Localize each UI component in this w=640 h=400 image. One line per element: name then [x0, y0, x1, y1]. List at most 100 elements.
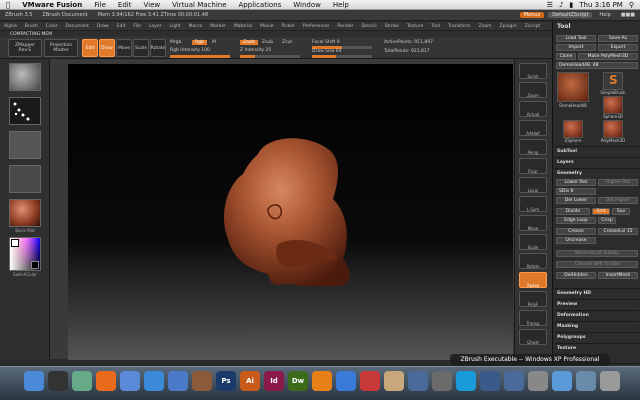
dock-trash-icon[interactable] — [600, 371, 620, 391]
zmenu-brush[interactable]: Brush — [21, 24, 42, 29]
edit-button[interactable]: Edit — [82, 39, 98, 57]
rstrip-aahalf-button[interactable]: AAHalf — [519, 120, 547, 136]
zsub-button[interactable]: Zsub — [262, 40, 273, 45]
dock-id-icon[interactable]: Id — [264, 371, 284, 391]
zmenu-edit[interactable]: Edit — [113, 24, 130, 29]
zmenu-preferences[interactable]: Preferences — [299, 24, 333, 29]
apple-menu-icon[interactable]:  — [0, 1, 16, 9]
dock-skype-icon[interactable] — [456, 371, 476, 391]
geometry-section[interactable]: Geometry — [555, 168, 639, 177]
draw-size-slider[interactable]: Draw Size 64 — [312, 49, 342, 54]
sphere3d-thumbnail[interactable] — [603, 96, 623, 114]
rgb-intensity-track[interactable] — [170, 55, 230, 58]
sculpt-model[interactable] — [68, 64, 513, 360]
dock-ps-icon[interactable]: Ps — [216, 371, 236, 391]
color-picker[interactable] — [9, 237, 41, 271]
dock-vmware-icon[interactable] — [480, 371, 500, 391]
del-higher-button[interactable]: Del Higher — [598, 197, 638, 204]
crease-level-slider[interactable]: CreaseLvl 15 — [598, 228, 638, 235]
zmenu-draw[interactable]: Draw — [93, 24, 113, 29]
rstrip-transp-button[interactable]: Transp — [519, 310, 547, 326]
zmapper-button[interactable]: ZMapper Rev-E — [8, 39, 42, 57]
dock-docs-icon[interactable] — [576, 371, 596, 391]
smt-toggle[interactable]: Smt — [592, 208, 610, 215]
polygroups-section[interactable]: Polygroups — [555, 332, 639, 341]
switch-color-button[interactable]: SwitchColor — [0, 272, 50, 277]
del-lower-button[interactable]: Del Lower — [556, 197, 596, 204]
default-zscript-button[interactable]: DefaultZScript — [548, 12, 593, 18]
alpha-thumbnail[interactable] — [9, 131, 41, 159]
dock-safari-icon[interactable] — [336, 371, 356, 391]
stroke-thumbnail[interactable] — [9, 97, 41, 125]
menus-button[interactable]: Menus — [519, 12, 545, 18]
zmenu-layer[interactable]: Layer — [145, 24, 166, 29]
suv-toggle[interactable]: Suv — [612, 208, 630, 215]
zcut-button[interactable]: Zcut — [282, 40, 292, 45]
del-hidden-button[interactable]: DelHidden — [556, 272, 596, 279]
polymesh3d-thumbnail[interactable] — [603, 120, 623, 138]
dock-photos-icon[interactable] — [192, 371, 212, 391]
rstrip-persp-button[interactable]: Persp — [519, 139, 547, 155]
help-button[interactable]: Help — [594, 12, 615, 18]
dock-preview-icon[interactable] — [120, 371, 140, 391]
secondary-color-swatch[interactable] — [31, 261, 39, 269]
app-menu[interactable]: VMware Fusion — [16, 1, 88, 9]
rstrip-actual-button[interactable]: Actual — [519, 101, 547, 117]
layers-section[interactable]: Layers — [555, 157, 639, 166]
zmenu-document[interactable]: Document — [62, 24, 93, 29]
insert-mesh-button[interactable]: InsertMesh — [598, 272, 638, 279]
menu-edit[interactable]: Edit — [112, 1, 138, 9]
rstrip-floor-button[interactable]: Floor — [519, 158, 547, 174]
menu-help[interactable]: Help — [327, 1, 355, 9]
texture-thumbnail[interactable] — [9, 165, 41, 193]
rstrip-rotate-button[interactable]: Rotate — [519, 253, 547, 269]
zmenu-zscript[interactable]: Zscript — [521, 24, 545, 29]
dock-vmware2-icon[interactable] — [504, 371, 524, 391]
zmenu-transform[interactable]: Transform — [444, 24, 474, 29]
zmenu-marker[interactable]: Marker — [206, 24, 230, 29]
dock-ichat-icon[interactable] — [144, 371, 164, 391]
subtool-section[interactable]: SubTool — [555, 146, 639, 155]
menu-file[interactable]: File — [88, 1, 112, 9]
save-as-button[interactable]: Save As — [598, 35, 638, 42]
crisp-button[interactable]: Crisp — [598, 217, 616, 224]
masking-section[interactable]: Masking — [555, 321, 639, 330]
menu-view[interactable]: View — [137, 1, 166, 9]
rotate-button[interactable]: Rotate — [150, 39, 166, 57]
uncrease-button[interactable]: Uncrease — [556, 237, 596, 244]
deformation-section[interactable]: Deformation — [555, 310, 639, 319]
import-button[interactable]: Import — [556, 44, 596, 51]
draw-size-track[interactable] — [312, 55, 372, 58]
dock-blender-icon[interactable] — [312, 371, 332, 391]
zmenu-zoom[interactable]: Zoom — [475, 24, 496, 29]
sdiv-slider[interactable]: SDiv 6 — [556, 188, 596, 195]
rstrip-xpose-button[interactable]: Xpose — [519, 272, 547, 288]
current-tool-thumbnail[interactable] — [557, 72, 589, 102]
rstrip-lsym-button[interactable]: L.Sym — [519, 196, 547, 212]
zmenu-material[interactable]: Material — [230, 24, 256, 29]
zmenu-stroke[interactable]: Stroke — [381, 24, 403, 29]
dock-ical-icon[interactable] — [360, 371, 380, 391]
lower-res-button[interactable]: Lower Res — [556, 179, 596, 186]
battery-icon[interactable]: ▮ — [569, 1, 573, 9]
zmenu-alpha[interactable]: Alpha — [0, 24, 21, 29]
load-tool-button[interactable]: Load Tool — [556, 35, 596, 42]
dock-mail-icon[interactable] — [168, 371, 188, 391]
main-color-swatch[interactable] — [11, 239, 19, 247]
dock-photo-icon[interactable] — [432, 371, 452, 391]
current-tool-slider[interactable]: DemoHead48. 48 — [556, 62, 638, 69]
projection-master-button[interactable]: Projection Master — [44, 39, 78, 57]
rstrip-scale-button[interactable]: Scale — [519, 234, 547, 250]
move-button[interactable]: Move — [116, 39, 132, 57]
rstrip-move-button[interactable]: Move — [519, 215, 547, 231]
zmenu-tool[interactable]: Tool — [427, 24, 444, 29]
make-polymesh-button[interactable]: Make PolyMesh3D — [578, 53, 638, 60]
zmenu-light[interactable]: Light — [165, 24, 184, 29]
higher-res-button[interactable]: Higher Res — [598, 179, 638, 186]
crease-button[interactable]: Crease — [556, 228, 596, 235]
mrgb-button[interactable]: Mrgb — [170, 40, 181, 45]
zmenu-file[interactable]: File — [129, 24, 145, 29]
focal-shift-slider[interactable]: Focal Shift 0 — [312, 40, 340, 45]
brush-thumbnail[interactable] — [9, 63, 41, 91]
dock-library-icon[interactable] — [384, 371, 404, 391]
